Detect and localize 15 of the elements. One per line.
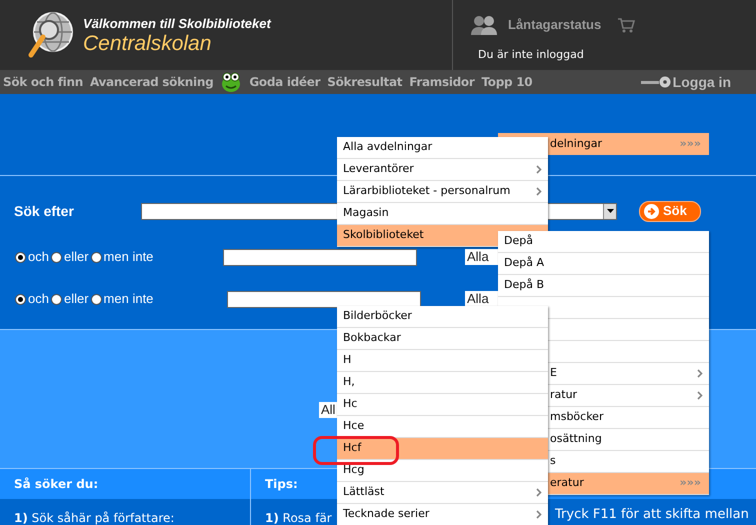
school-name: Centralskolan bbox=[83, 32, 212, 56]
triple-chevron-icon: »»» bbox=[680, 475, 701, 492]
welcome-title: Välkommen till Skolbiblioteket bbox=[83, 16, 271, 32]
search-label: Sök efter bbox=[14, 202, 75, 220]
radio-label: men inte bbox=[104, 248, 154, 266]
tip-text: 1) Rosa fär bbox=[264, 510, 333, 525]
login-status-text: Du är inte inloggad bbox=[478, 47, 585, 63]
radio-label: men inte bbox=[104, 290, 154, 308]
radio-label: och bbox=[28, 290, 49, 308]
radio-label: eller bbox=[64, 248, 89, 266]
section-heading: Så söker du: bbox=[0, 469, 250, 499]
triple-chevron-icon: »»» bbox=[680, 136, 701, 152]
tip-text: Tryck F11 för att skifta mellan bbox=[555, 506, 749, 524]
radio-label: och bbox=[28, 248, 49, 266]
radio-label: eller bbox=[64, 290, 89, 308]
